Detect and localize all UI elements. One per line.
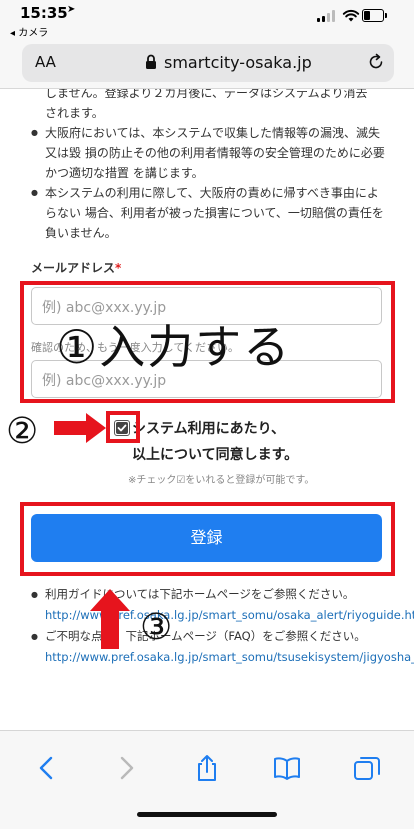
back-icon[interactable] bbox=[32, 753, 62, 783]
wifi-icon bbox=[342, 9, 360, 22]
page-content: しません。登録より２カ月後に、データはシステムより消去 されます。 大阪府におい… bbox=[0, 89, 414, 730]
home-indicator bbox=[137, 812, 277, 817]
info-item: ご不明な点は、下記ホームページ（FAQ）をご参照ください。 http://www… bbox=[31, 626, 414, 668]
annotation-box-checkbox bbox=[106, 411, 140, 443]
forward-icon[interactable] bbox=[111, 753, 141, 783]
url-text: smartcity-osaka.jp bbox=[164, 53, 312, 72]
share-icon[interactable] bbox=[192, 753, 222, 783]
agree-text-line1: システム利用にあたり、 bbox=[132, 421, 286, 437]
back-to-app-link[interactable]: ◂ カメラ bbox=[10, 24, 48, 39]
annotation-step2-label: ② bbox=[6, 411, 39, 452]
required-mark: * bbox=[115, 261, 122, 275]
lock-icon bbox=[146, 54, 156, 69]
terms-item: しません。登録より２カ月後に、データはシステムより消去 bbox=[45, 89, 368, 100]
status-time: 15:35 bbox=[20, 4, 68, 22]
terms-item: されます。 bbox=[45, 106, 104, 120]
reload-icon[interactable] bbox=[367, 53, 385, 71]
annotation-arrow-right-icon bbox=[54, 413, 106, 443]
agree-text-line2: 以上について同意します。 bbox=[132, 447, 299, 463]
bookmarks-icon[interactable] bbox=[272, 753, 302, 783]
address-bar-container: AA smartcity-osaka.jp bbox=[0, 38, 414, 89]
annotation-box-register bbox=[20, 502, 395, 576]
terms-item: 本システムの利用に際して、大阪府の責めに帰すべき事由によらない 場合、利用者が被… bbox=[31, 183, 385, 243]
status-bar: 15:35 ➤ ◂ カメラ bbox=[0, 0, 414, 39]
annotation-arrow-up-icon bbox=[90, 589, 130, 649]
terms-item: 大阪府においては、本システムで収集した情報等の漏洩、滅失又は毀 損の防止その他の… bbox=[31, 123, 385, 183]
info-item: 利用ガイドについては下記ホームページをご参照ください。 http://www.p… bbox=[31, 584, 414, 626]
email-label: メールアドレス* bbox=[31, 261, 122, 275]
location-arrow-icon: ➤ bbox=[67, 4, 76, 15]
text-size-button[interactable]: AA bbox=[35, 53, 56, 71]
terms-list: しません。登録より２カ月後に、データはシステムより消去 されます。 大阪府におい… bbox=[31, 89, 385, 243]
address-bar[interactable]: AA smartcity-osaka.jp bbox=[22, 44, 394, 82]
annotation-step1-label: ①入力する bbox=[56, 320, 292, 374]
faq-link[interactable]: http://www.pref.osaka.lg.jp/smart_somu/t… bbox=[45, 650, 414, 664]
info-list: 利用ガイドについては下記ホームページをご参照ください。 http://www.p… bbox=[31, 584, 414, 668]
battery-icon bbox=[362, 9, 387, 22]
agree-note: ※チェック☑をいれると登録が可能です。 bbox=[128, 475, 315, 486]
cellular-signal-icon bbox=[317, 10, 337, 22]
tabs-icon[interactable] bbox=[352, 753, 382, 783]
annotation-step3-label: ③ bbox=[140, 607, 173, 648]
